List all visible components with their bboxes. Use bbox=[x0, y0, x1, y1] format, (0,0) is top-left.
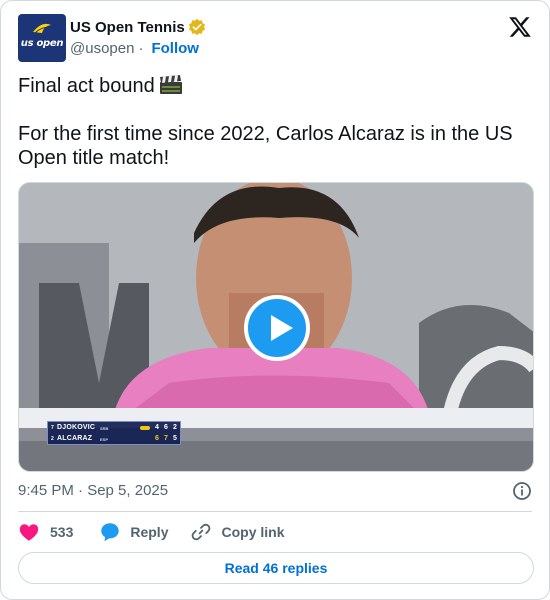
x-logo-icon[interactable] bbox=[508, 15, 532, 39]
display-name[interactable]: US Open Tennis bbox=[70, 19, 185, 36]
verified-badge-icon bbox=[188, 18, 205, 36]
tweet-line-2: For the first time since 2022, Carlos Al… bbox=[18, 123, 513, 169]
read-replies-button[interactable]: Read 46 replies bbox=[18, 552, 534, 584]
handle[interactable]: @usopen bbox=[70, 40, 134, 57]
video-player[interactable]: 7 DJOKOVIC SRB 4 6 2 2 ALCARAZ ESP 6 7 5 bbox=[18, 182, 534, 472]
heart-icon bbox=[19, 524, 39, 541]
divider bbox=[18, 511, 532, 512]
player-name: ALCARAZ bbox=[57, 435, 93, 442]
scoreboard-row: 2 ALCARAZ ESP 6 7 5 bbox=[48, 434, 182, 445]
info-icon[interactable] bbox=[512, 481, 532, 501]
action-bar: 533 Reply Copy link bbox=[18, 520, 285, 544]
scoreboard: 7 DJOKOVIC SRB 4 6 2 2 ALCARAZ ESP 6 7 5 bbox=[47, 421, 181, 445]
avatar-logo-text: us open bbox=[20, 38, 64, 49]
reply-label: Reply bbox=[130, 524, 169, 540]
player-seed: 7 bbox=[51, 425, 54, 431]
link-icon bbox=[192, 523, 211, 541]
handle-row: @usopen · Follow bbox=[70, 40, 199, 57]
set-score: 2 bbox=[173, 424, 177, 431]
set-score: 4 bbox=[155, 424, 159, 431]
copy-link-label: Copy link bbox=[221, 524, 285, 540]
set-score: 7 bbox=[164, 435, 168, 442]
scoreboard-row: 7 DJOKOVIC SRB 4 6 2 bbox=[48, 423, 182, 434]
separator-dot: · bbox=[138, 40, 144, 57]
play-button[interactable] bbox=[244, 295, 310, 361]
tweet-text: Final act bound For the first time since… bbox=[18, 74, 534, 170]
clapper-board-icon bbox=[159, 75, 182, 94]
tweet-line-1: Final act bound bbox=[18, 75, 155, 97]
tweet-text-line: Final act bound bbox=[18, 74, 534, 98]
player-country: ESP bbox=[100, 437, 109, 442]
tennis-ball-flame-icon bbox=[33, 23, 51, 34]
set-score: 6 bbox=[164, 424, 168, 431]
set-score: 6 bbox=[155, 435, 159, 442]
player-seed: 2 bbox=[51, 436, 54, 442]
timestamp[interactable]: 9:45 PM · Sep 5, 2025 bbox=[18, 482, 168, 499]
player-name: DJOKOVIC bbox=[57, 424, 96, 431]
like-count: 533 bbox=[50, 524, 74, 540]
serve-indicator-icon bbox=[140, 426, 150, 430]
player-country: SRB bbox=[100, 426, 109, 431]
tweet-card: us open US Open Tennis @usopen · Follow … bbox=[0, 0, 550, 600]
follow-button[interactable]: Follow bbox=[151, 40, 199, 57]
author-name-row: US Open Tennis bbox=[70, 18, 206, 36]
copy-link-button[interactable]: Copy link bbox=[190, 521, 285, 543]
avatar[interactable]: us open bbox=[18, 14, 66, 62]
reply-button[interactable]: Reply bbox=[99, 521, 190, 543]
reply-bubble-icon bbox=[101, 523, 120, 542]
like-button[interactable]: 533 bbox=[18, 521, 99, 543]
set-score: 5 bbox=[173, 435, 177, 442]
